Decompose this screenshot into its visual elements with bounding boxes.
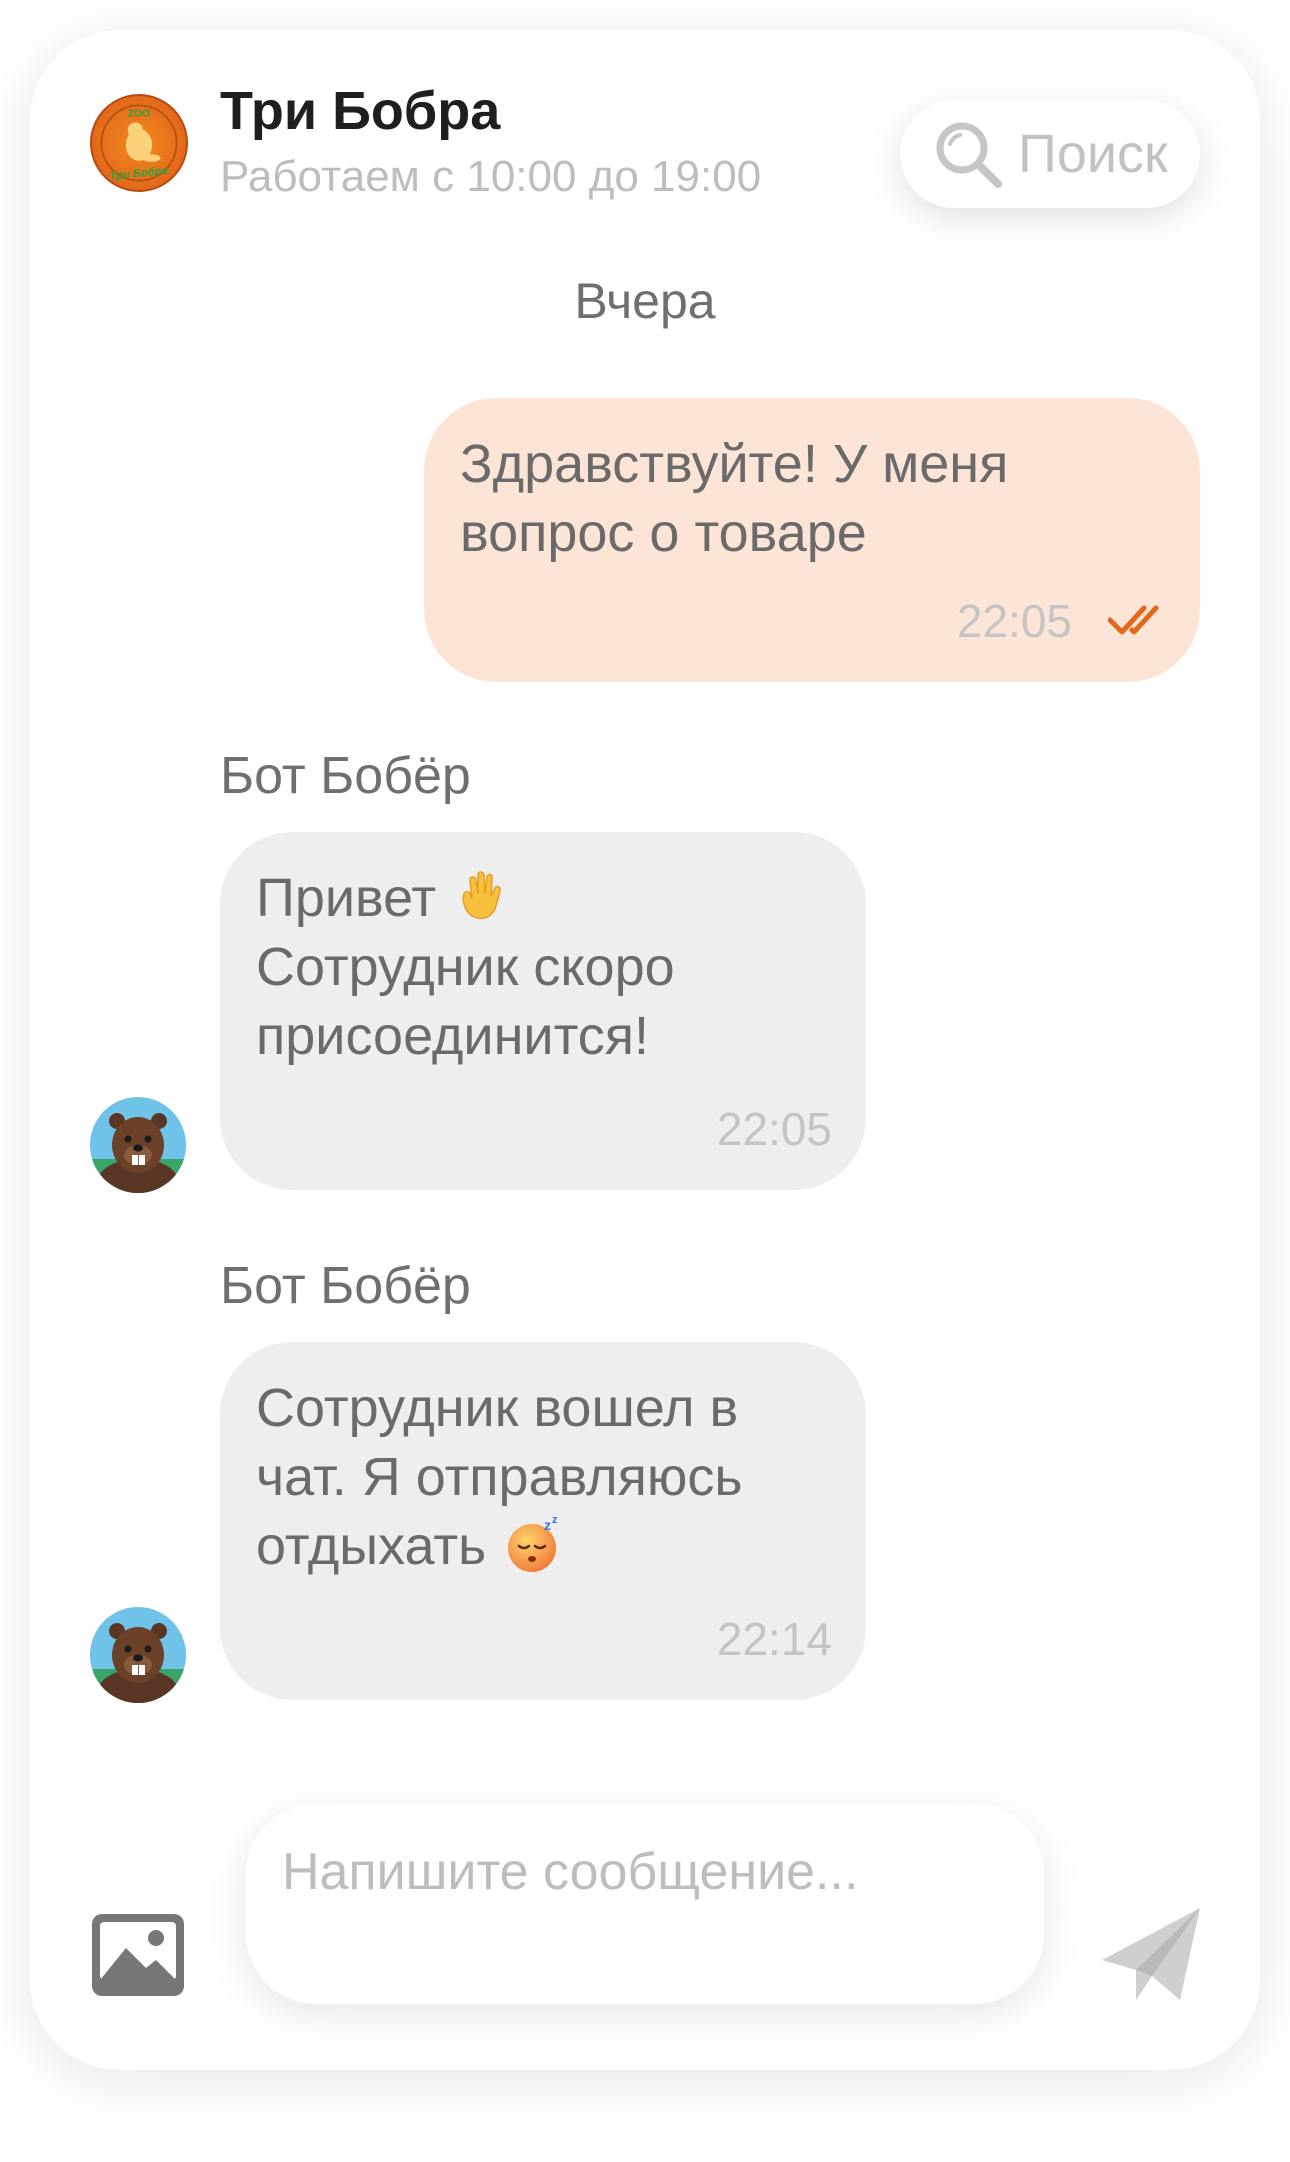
message-text: Привет Сотрудник скоро присоединится!: [256, 864, 836, 1071]
message-composer[interactable]: [246, 1804, 1044, 2004]
message-text: Здравствуйте! У меня вопрос о товаре: [460, 434, 1009, 563]
message-body: Сотрудник скоро присоединится!: [256, 937, 675, 1066]
date-separator: Вчера: [574, 273, 716, 329]
bot-avatar: [90, 1607, 186, 1703]
search-box[interactable]: [900, 100, 1200, 208]
message-text: Сотрудник вошел в чат. Я отправляюсь отд…: [256, 1374, 836, 1581]
bot-avatar: [90, 1097, 186, 1193]
message-time: 22:05: [956, 595, 1072, 647]
double-check-icon: [1107, 602, 1170, 638]
sender-name: Бот Бобёр: [220, 747, 471, 805]
sleeping-face-emoji: z z: [504, 1514, 564, 1574]
svg-text:z: z: [552, 1514, 558, 1526]
message-body: Сотрудник вошел в чат. Я отправляюсь отд…: [256, 1378, 743, 1576]
message-time: 22:14: [716, 1613, 832, 1665]
message-greeting: Привет: [256, 868, 437, 928]
shop-name: Три Бобра: [220, 81, 501, 141]
outgoing-message: Здравствуйте! У меня вопрос о товаре 22:…: [424, 398, 1200, 682]
sender-name: Бот Бобёр: [220, 1257, 471, 1315]
incoming-message: Сотрудник вошел в чат. Я отправляюсь отд…: [220, 1342, 866, 1700]
message-input[interactable]: [282, 1832, 1012, 1912]
incoming-message: Привет Сотрудник скоро присоединится! 22…: [220, 832, 866, 1190]
image-icon[interactable]: [90, 1906, 186, 2002]
search-input[interactable]: [1018, 100, 1190, 208]
working-hours: Работаем с 10:00 до 19:00: [220, 152, 762, 201]
svg-text:z: z: [544, 1517, 551, 1533]
message-time: 22:05: [716, 1103, 832, 1155]
search-icon[interactable]: [930, 116, 1006, 192]
send-icon[interactable]: [1100, 1904, 1204, 2004]
svg-text:ZOO: ZOO: [128, 109, 150, 120]
shop-logo: ZOO Три Бобра: [90, 94, 188, 192]
waving-hand-emoji: [454, 866, 514, 926]
